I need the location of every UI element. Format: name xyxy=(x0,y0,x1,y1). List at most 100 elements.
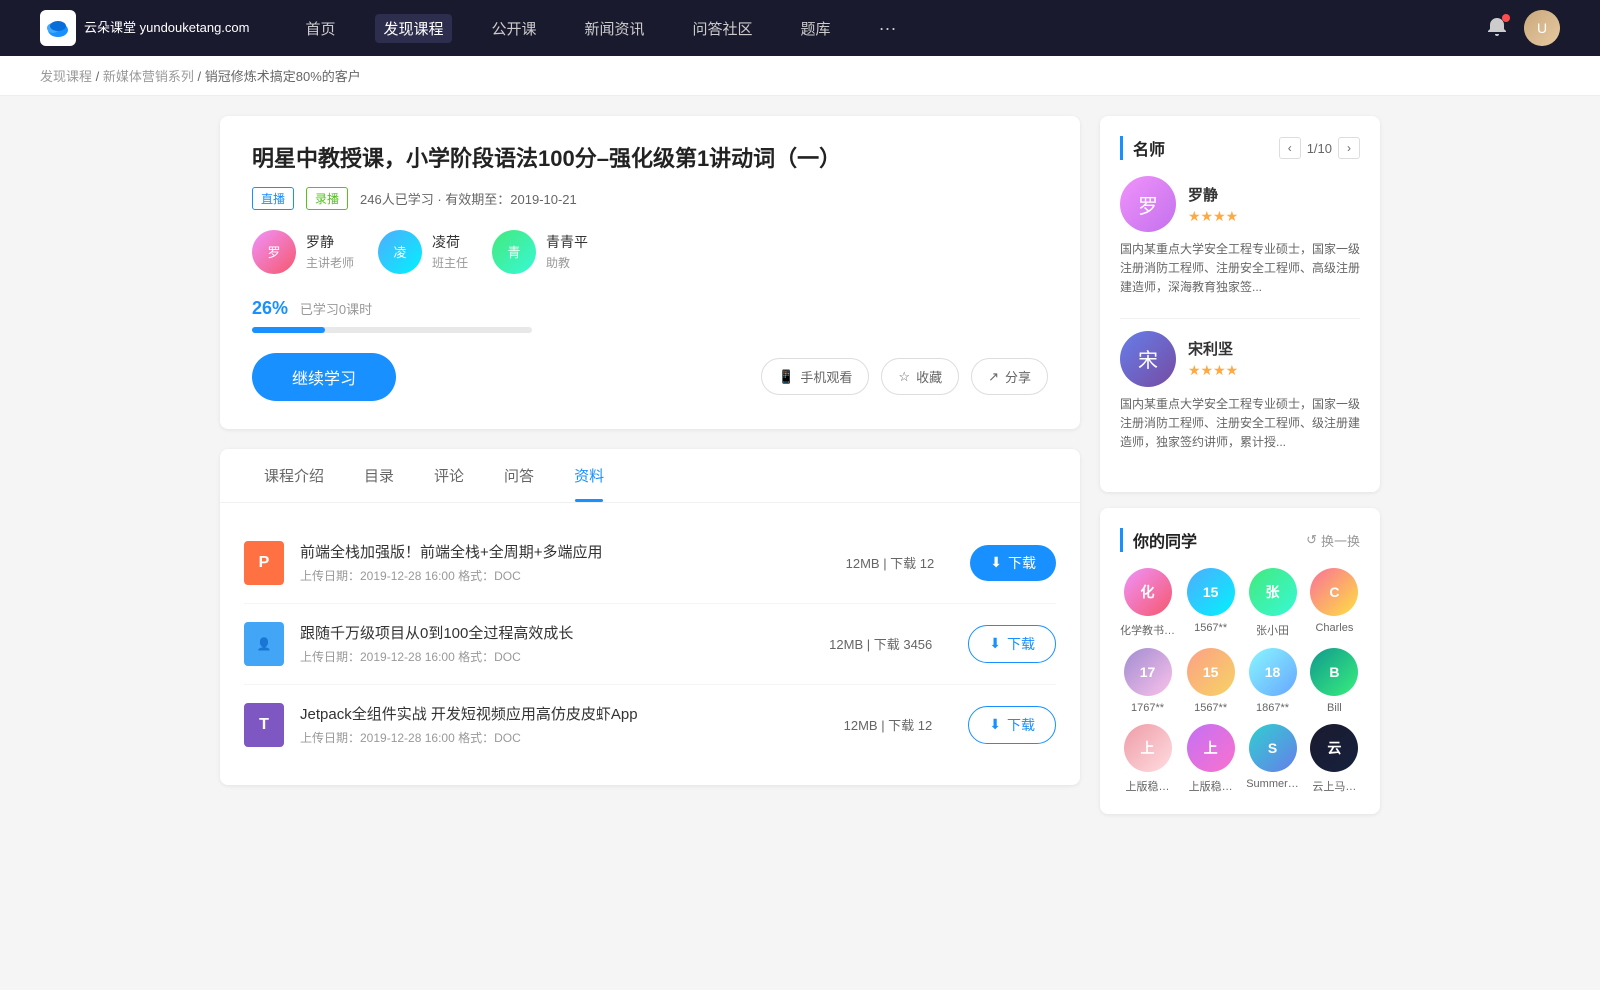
nav-news[interactable]: 新闻资讯 xyxy=(577,14,653,43)
classmate-avatar-4: C xyxy=(1310,568,1358,616)
logo-text: 云朵课堂 yundouketang.com xyxy=(84,20,249,36)
resource-icon-1: P xyxy=(244,541,284,585)
resource-item-3: T Jetpack全组件实战 开发短视频应用高仿皮皮虾App 上传日期：2019… xyxy=(244,685,1056,765)
classmate-avatar-7: 18 xyxy=(1249,648,1297,696)
share-icon: ↗ xyxy=(988,369,999,385)
share-button[interactable]: ↗ 分享 xyxy=(971,358,1048,395)
teacher-stars-2: ★★★★ xyxy=(1188,362,1238,379)
classmates-title: 你的同学 xyxy=(1120,528,1197,552)
teacher-stars-1: ★★★★ xyxy=(1188,208,1238,225)
resource-meta-3: 上传日期：2019-12-28 16:00 格式：DOC xyxy=(300,729,808,746)
classmate-avatar-1: 化 xyxy=(1124,568,1172,616)
refresh-classmates-button[interactable]: ↺ 换一换 xyxy=(1306,531,1360,550)
nav-discover[interactable]: 发现课程 xyxy=(375,14,451,43)
tab-qa[interactable]: 问答 xyxy=(484,449,554,502)
teacher-page: 1/10 xyxy=(1307,141,1332,156)
action-buttons: 📱 手机观看 ☆ 收藏 ↗ 分享 xyxy=(761,358,1048,395)
tab-intro[interactable]: 课程介绍 xyxy=(244,449,344,502)
classmate-name-8: Bill xyxy=(1327,702,1342,714)
classmate-name-10: 上版稳… xyxy=(1189,778,1233,794)
progress-pct: 26% xyxy=(252,298,288,318)
classmate-4[interactable]: C Charles xyxy=(1309,568,1360,638)
resource-icon-2: 👤 xyxy=(244,622,284,666)
classmates-card: 你的同学 ↺ 换一换 化 化学教书… 15 1567** xyxy=(1100,508,1380,814)
classmate-11[interactable]: S Summer… xyxy=(1246,724,1299,794)
resource-meta-1: 上传日期：2019-12-28 16:00 格式：DOC xyxy=(300,567,810,584)
famous-teachers-card: 名师 ‹ 1/10 › 罗 罗静 ★★★★ 国内 xyxy=(1100,116,1380,492)
classmate-7[interactable]: 18 1867** xyxy=(1246,648,1299,714)
teacher-entry-desc-1: 国内某重点大学安全工程专业硕士，国家一级注册消防工程师、注册安全工程师、高级注册… xyxy=(1120,240,1360,298)
resource-title-3: Jetpack全组件实战 开发短视频应用高仿皮皮虾App xyxy=(300,703,808,724)
user-avatar-nav[interactable]: U xyxy=(1524,10,1560,46)
classmate-1[interactable]: 化 化学教书… xyxy=(1120,568,1175,638)
notification-bell[interactable] xyxy=(1486,16,1508,41)
classmate-10[interactable]: 上 上版稳… xyxy=(1185,724,1236,794)
classmate-name-6: 1567** xyxy=(1194,702,1227,714)
download-button-2[interactable]: ⬇ 下载 xyxy=(968,625,1056,663)
nav-home[interactable]: 首页 xyxy=(297,14,343,43)
classmate-avatar-10: 上 xyxy=(1187,724,1235,772)
resource-info-2: 跟随千万级项目从0到100全过程高效成长 上传日期：2019-12-28 16:… xyxy=(300,622,793,665)
classmate-avatar-9: 上 xyxy=(1124,724,1172,772)
favorite-button[interactable]: ☆ 收藏 xyxy=(881,358,959,395)
teacher-entry-name-2: 宋利坚 xyxy=(1188,338,1238,359)
nav-open[interactable]: 公开课 xyxy=(484,14,545,43)
nav-qa[interactable]: 问答社区 xyxy=(685,14,761,43)
breadcrumb-discover[interactable]: 发现课程 xyxy=(40,69,92,84)
teacher-pagination: ‹ 1/10 › xyxy=(1279,137,1360,159)
resource-title-1: 前端全栈加强版！前端全栈+全周期+多端应用 xyxy=(300,541,810,562)
tab-review[interactable]: 评论 xyxy=(414,449,484,502)
classmate-3[interactable]: 张 张小田 xyxy=(1246,568,1299,638)
course-meta-text: 246人已学习 · 有效期至：2019-10-21 xyxy=(360,189,577,208)
continue-learning-button[interactable]: 继续学习 xyxy=(252,353,396,401)
teacher-avatar-1: 罗 xyxy=(252,230,296,274)
classmate-5[interactable]: 17 1767** xyxy=(1120,648,1175,714)
classmate-6[interactable]: 15 1567** xyxy=(1185,648,1236,714)
teacher-role-1: 主讲老师 xyxy=(306,254,354,271)
resource-icon-3: T xyxy=(244,703,284,747)
progress-bar-track xyxy=(252,327,532,333)
course-title: 明星中教授课，小学阶段语法100分–强化级第1讲动词（一） xyxy=(252,144,1048,175)
tab-resource[interactable]: 资料 xyxy=(554,449,624,502)
classmate-avatar-5: 17 xyxy=(1124,648,1172,696)
tabs-section: 课程介绍 目录 评论 问答 资料 P 前端全栈加强版！前端全栈+全周期+多端应用… xyxy=(220,449,1080,785)
navbar: 云朵课堂 yundouketang.com 首页 发现课程 公开课 新闻资讯 问… xyxy=(0,0,1600,56)
logo[interactable]: 云朵课堂 yundouketang.com xyxy=(40,10,249,46)
classmate-avatar-6: 15 xyxy=(1187,648,1235,696)
resource-info-1: 前端全栈加强版！前端全栈+全周期+多端应用 上传日期：2019-12-28 16… xyxy=(300,541,810,584)
breadcrumb-series[interactable]: 新媒体营销系列 xyxy=(103,69,194,84)
teacher-name-1: 罗静 xyxy=(306,232,354,252)
download-icon-1: ⬇ xyxy=(990,554,1002,571)
download-button-3[interactable]: ⬇ 下载 xyxy=(968,706,1056,744)
classmate-avatar-3: 张 xyxy=(1249,568,1297,616)
nav-more[interactable]: ··· xyxy=(871,14,905,43)
resource-item-2: 👤 跟随千万级项目从0到100全过程高效成长 上传日期：2019-12-28 1… xyxy=(244,604,1056,685)
classmates-grid: 化 化学教书… 15 1567** 张 张小田 xyxy=(1120,568,1360,794)
teachers: 罗 罗静 主讲老师 凌 凌荷 班主任 青 青青平 xyxy=(252,230,1048,274)
tab-content-resource: P 前端全栈加强版！前端全栈+全周期+多端应用 上传日期：2019-12-28 … xyxy=(220,503,1080,785)
nav-quiz[interactable]: 题库 xyxy=(793,14,839,43)
mobile-view-button[interactable]: 📱 手机观看 xyxy=(761,358,869,395)
teacher-prev-button[interactable]: ‹ xyxy=(1279,137,1301,159)
teacher-entry-desc-2: 国内某重点大学安全工程专业硕士，国家一级注册消防工程师、注册安全工程师、级注册建… xyxy=(1120,395,1360,453)
classmate-12[interactable]: 云 云上马… xyxy=(1309,724,1360,794)
progress-bar-fill xyxy=(252,327,325,333)
classmate-8[interactable]: B Bill xyxy=(1309,648,1360,714)
tab-catalog[interactable]: 目录 xyxy=(344,449,414,502)
mobile-icon: 📱 xyxy=(778,369,794,385)
teacher-entry-1: 罗 罗静 ★★★★ 国内某重点大学安全工程专业硕士，国家一级注册消防工程师、注册… xyxy=(1120,176,1360,298)
teacher-next-button[interactable]: › xyxy=(1338,137,1360,159)
tabs-header: 课程介绍 目录 评论 问答 资料 xyxy=(220,449,1080,503)
famous-teachers-header: 名师 ‹ 1/10 › xyxy=(1120,136,1360,160)
download-button-1[interactable]: ⬇ 下载 xyxy=(970,545,1056,581)
classmate-2[interactable]: 15 1567** xyxy=(1185,568,1236,638)
classmates-header: 你的同学 ↺ 换一换 xyxy=(1120,528,1360,552)
classmate-name-1: 化学教书… xyxy=(1120,622,1175,638)
classmate-name-5: 1767** xyxy=(1131,702,1164,714)
classmate-9[interactable]: 上 上版稳… xyxy=(1120,724,1175,794)
resource-stats-2: 12MB | 下载 3456 xyxy=(809,634,952,653)
teacher-role-2: 班主任 xyxy=(432,254,468,271)
classmate-name-4: Charles xyxy=(1315,622,1353,634)
classmate-name-12: 云上马… xyxy=(1312,778,1356,794)
teacher-role-3: 助教 xyxy=(546,254,588,271)
